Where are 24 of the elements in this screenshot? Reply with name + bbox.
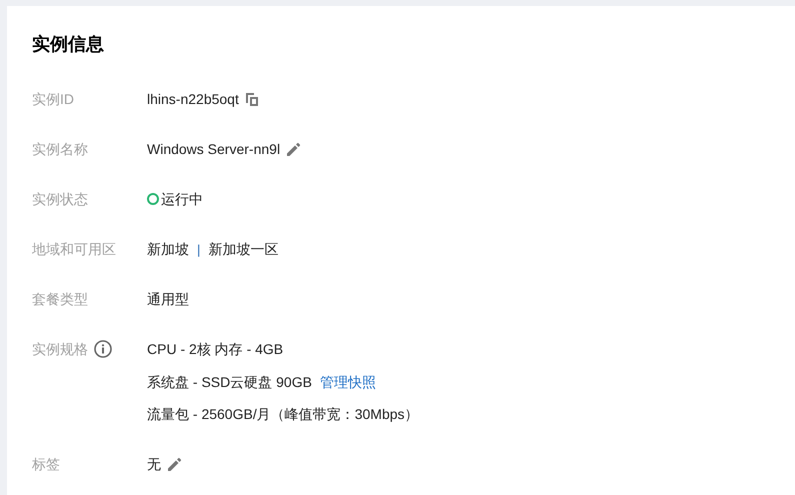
edit-icon[interactable] [167, 456, 182, 472]
card-title: 实例信息 [32, 33, 105, 56]
field-label: 实例ID [32, 90, 74, 109]
field-label: 地域和可用区 [32, 240, 116, 259]
separator: | [197, 242, 200, 256]
status-text: 运行中 [161, 190, 203, 209]
info-icon[interactable] [94, 340, 112, 358]
field-value: 通用型 [147, 290, 189, 309]
field-label: 实例规格 [32, 340, 88, 359]
spec-line: 流量包 - 2560GB/月（峰值带宽：30Mbps） [147, 405, 419, 424]
spec-line: CPU - 2核 内存 - 4GB [147, 340, 284, 359]
copy-icon[interactable] [244, 92, 259, 106]
field-label: 套餐类型 [32, 290, 88, 309]
field-label: 实例状态 [32, 190, 88, 209]
region: 新加坡 [147, 240, 189, 259]
zone: 新加坡一区 [208, 240, 278, 259]
field-value: 无 [147, 455, 161, 474]
edit-icon[interactable] [286, 142, 302, 156]
field-label: 实例名称 [32, 140, 88, 159]
instance-id: lhins-n22b5oqt [147, 90, 239, 109]
snapshot-link[interactable]: 管理快照 [320, 372, 376, 392]
field-value: Windows Server-nn9l [147, 140, 280, 159]
spec-line: 系统盘 - SSD云硬盘 90GB [147, 372, 312, 392]
field-label: 标签 [32, 455, 60, 474]
